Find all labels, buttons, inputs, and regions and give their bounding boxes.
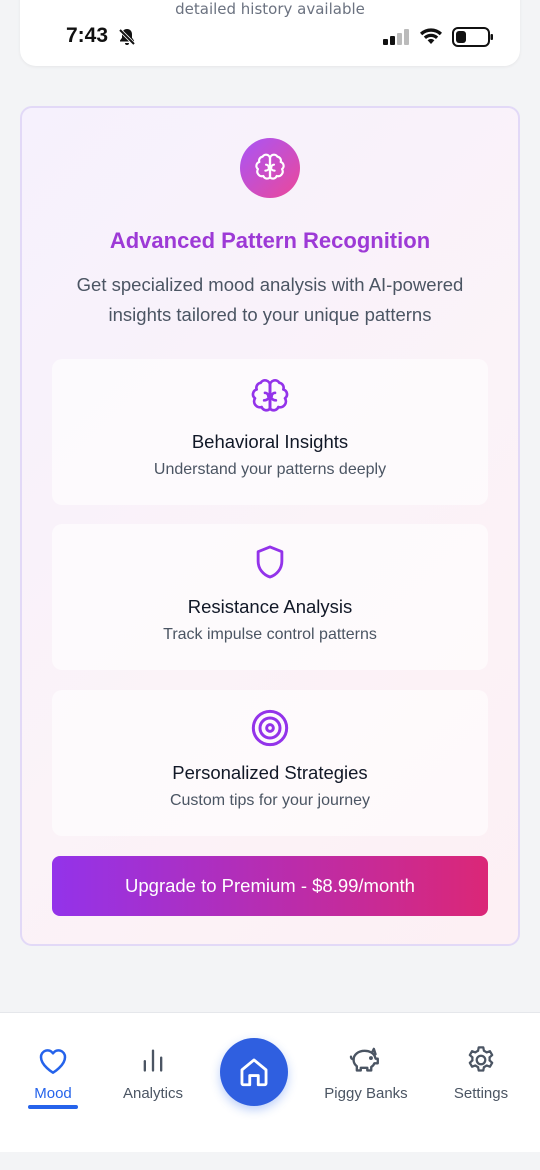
piggy-bank-icon [349, 1047, 379, 1072]
active-tab-indicator [28, 1105, 78, 1109]
nav-label: Piggy Banks [324, 1085, 408, 1102]
premium-title: Advanced Pattern Recognition [109, 228, 431, 253]
feature-title: Personalized Strategies [172, 762, 368, 783]
battery-icon [452, 27, 493, 47]
home-indicator-area [0, 1152, 540, 1170]
status-time: 7:43 [66, 24, 109, 47]
shield-icon [256, 545, 284, 579]
target-icon [251, 709, 289, 747]
feature-description: Understand your patterns deeply [153, 461, 387, 478]
nav-item-analytics[interactable]: Analytics [98, 1043, 208, 1102]
brain-badge [240, 138, 300, 198]
feature-description: Custom tips for your journey [169, 792, 371, 809]
bell-slash-icon [118, 28, 136, 46]
feature-title: Behavioral Insights [191, 431, 349, 452]
nav-item-settings[interactable]: Settings [426, 1043, 536, 1102]
brain-icon [255, 153, 285, 180]
premium-description: Get specialized mood analysis with AI-po… [76, 274, 464, 325]
feature-title: Resistance Analysis [187, 596, 353, 617]
upgrade-premium-button[interactable]: Upgrade to Premium - $8.99/month [52, 856, 488, 916]
feature-card-behavioral-insights: Behavioral Insights Understand your patt… [52, 359, 488, 505]
brain-icon [251, 379, 289, 412]
gear-icon [468, 1046, 494, 1072]
status-bar: 7:43 [0, 0, 540, 70]
home-button[interactable] [220, 1038, 288, 1106]
bar-chart-icon [143, 1049, 163, 1072]
cellular-signal-icon [383, 29, 409, 45]
feature-card-resistance-analysis: Resistance Analysis Track impulse contro… [52, 524, 488, 670]
wifi-icon [420, 28, 442, 44]
nav-label: Analytics [122, 1085, 184, 1102]
nav-item-mood[interactable]: Mood [0, 1043, 108, 1102]
nav-label: Mood [34, 1085, 72, 1102]
nav-label: Settings [453, 1085, 509, 1102]
feature-description: Track impulse control patterns [163, 626, 377, 643]
feature-card-personalized-strategies: Personalized Strategies Custom tips for … [52, 690, 488, 836]
nav-item-piggy-banks[interactable]: Piggy Banks [311, 1043, 421, 1102]
heart-icon [39, 1049, 67, 1074]
premium-upsell-card: Advanced Pattern Recognition Get special… [20, 106, 520, 946]
home-icon [240, 1058, 268, 1087]
